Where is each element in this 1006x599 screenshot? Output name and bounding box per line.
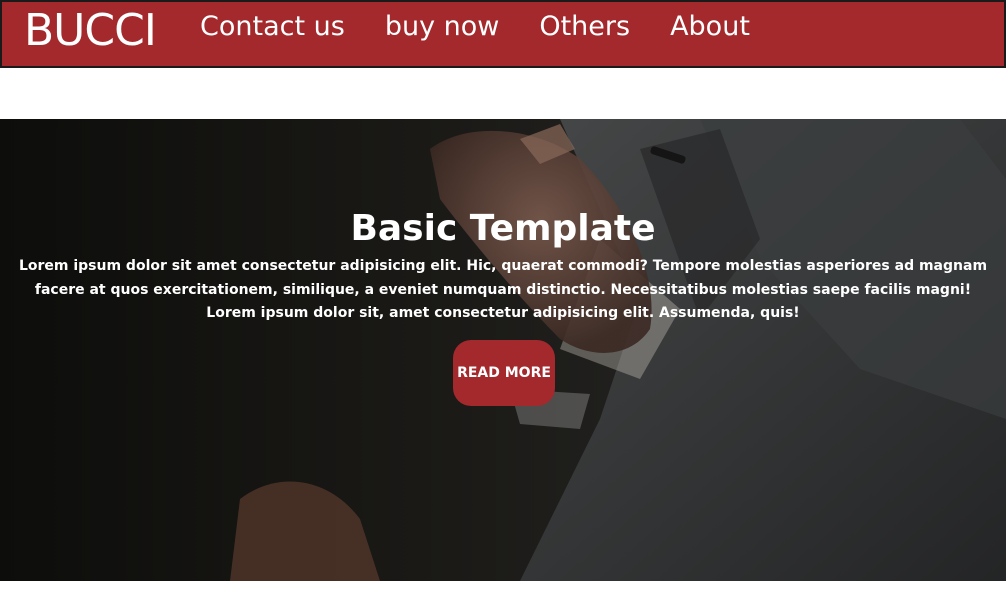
- navbar: BUCCI Contact us buy now Others About: [0, 0, 1006, 68]
- nav-link-buy-now[interactable]: buy now: [385, 10, 500, 44]
- brand-logo[interactable]: BUCCI: [24, 6, 157, 56]
- hero-title: Basic Template: [350, 208, 656, 249]
- hero-section: Basic Template Lorem ipsum dolor sit ame…: [0, 119, 1006, 581]
- read-more-button[interactable]: READ MORE: [453, 340, 555, 406]
- nav-link-others[interactable]: Others: [539, 10, 630, 44]
- hero-content: Basic Template Lorem ipsum dolor sit ame…: [0, 205, 1006, 326]
- nav-link-contact-us[interactable]: Contact us: [200, 10, 345, 44]
- hero-description: Lorem ipsum dolor sit amet consectetur a…: [18, 258, 988, 321]
- nav-link-about[interactable]: About: [670, 10, 750, 44]
- nav-links: Contact us buy now Others About: [200, 10, 790, 44]
